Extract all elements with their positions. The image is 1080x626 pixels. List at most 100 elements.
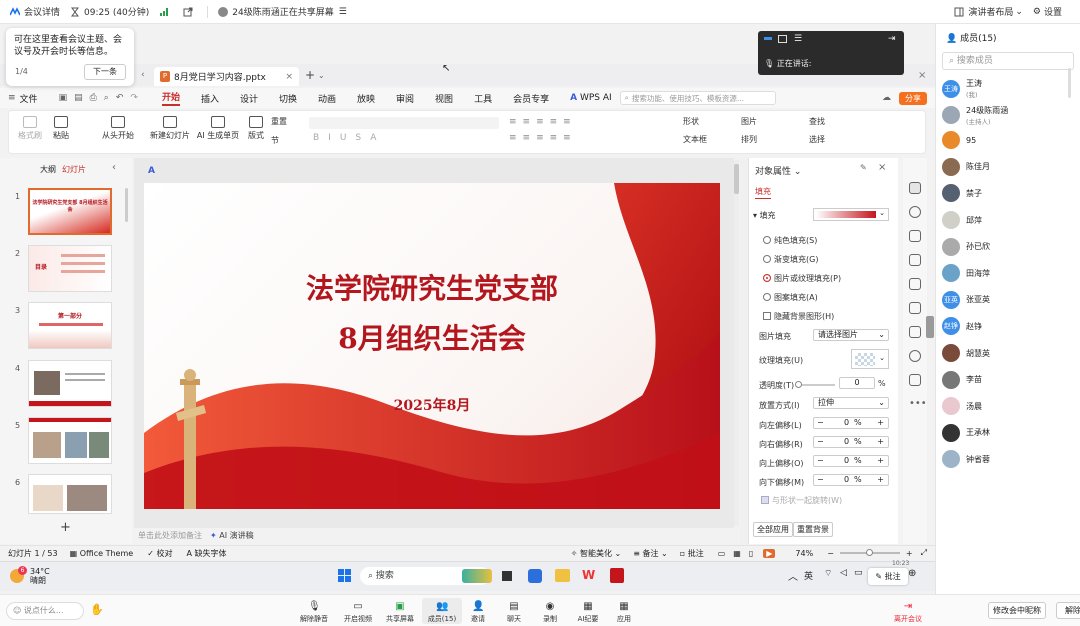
member-row[interactable]: 95	[942, 131, 976, 150]
copy-icon[interactable]	[909, 230, 921, 242]
document-tab[interactable]: P 8月党日学习内容.pptx ×	[154, 67, 299, 86]
comment-button[interactable]: ▫ 批注	[680, 548, 704, 559]
plus-icon[interactable]: +	[877, 475, 884, 485]
placement-select[interactable]: 拉伸 ⌄	[813, 397, 889, 409]
start-video-button[interactable]: ▭ 开启视频	[338, 601, 378, 624]
minus-icon[interactable]: −	[817, 437, 824, 446]
meeting-app-icon[interactable]	[528, 569, 542, 583]
slider-handle[interactable]	[865, 549, 873, 556]
minus-icon[interactable]: −	[817, 475, 824, 484]
members-button[interactable]: 👥 成员(15)	[422, 598, 462, 624]
chevron-down-icon[interactable]: ⌄	[318, 71, 325, 80]
volume-icon[interactable]: ◁	[840, 568, 847, 578]
ppt-app-icon[interactable]	[610, 568, 624, 583]
fill-section-label[interactable]: ▾ 填充	[753, 210, 776, 221]
wps-app-icon[interactable]: W	[582, 568, 596, 583]
print-icon[interactable]: ⎙	[90, 93, 97, 103]
find-button[interactable]: 查找	[809, 116, 849, 127]
notes-input[interactable]: 单击此处添加备注	[138, 530, 202, 541]
shape-button[interactable]: 形状	[683, 116, 729, 127]
pin-icon[interactable]	[909, 278, 921, 290]
plus-icon[interactable]: +	[877, 456, 884, 466]
option-pattern-fill[interactable]: 图案填充(A)	[763, 292, 818, 303]
share-status[interactable]: 24级陈雨涵正在共享屏幕 ☰	[218, 5, 347, 18]
ai-slide-button[interactable]: AI 生成单页	[195, 116, 241, 141]
paragraph-buttons[interactable]: ≡≡≡≡≡	[509, 117, 577, 127]
ime-indicator[interactable]: 英	[804, 569, 813, 582]
beautify-button[interactable]: ✧ 智能美化 ⌄	[571, 548, 622, 559]
hamburger-icon[interactable]: ≡	[8, 93, 16, 103]
member-row[interactable]: 孙已欣	[942, 237, 990, 256]
member-scrollbar[interactable]	[1068, 68, 1071, 98]
save-icon[interactable]: ▣	[59, 93, 68, 103]
member-row[interactable]: 陈佳月	[942, 157, 990, 176]
slide-thumbnail-3[interactable]: 第一部分	[28, 302, 112, 349]
ai-speech-button[interactable]: ✦ AI 演讲稿	[210, 530, 254, 541]
plus-icon[interactable]: +	[877, 437, 884, 447]
share-screen-button[interactable]: ▣ 共享屏幕	[380, 601, 420, 624]
tip-next-button[interactable]: 下一条	[84, 64, 126, 80]
normal-view-icon[interactable]: ▭	[718, 549, 726, 558]
collapse-icon[interactable]: ⇥	[888, 34, 896, 44]
menu-animation[interactable]: 动画	[318, 92, 336, 105]
apps-button[interactable]: ▦ 应用	[604, 601, 644, 624]
properties-tool-icon[interactable]	[909, 182, 921, 194]
zoom-in-icon[interactable]: +	[906, 549, 913, 558]
meeting-details[interactable]: 会议详情	[10, 5, 60, 18]
member-row[interactable]: 钟省蓉	[942, 450, 990, 469]
popout-button[interactable]	[183, 7, 197, 17]
current-slide[interactable]: 法学院研究生党支部 8月组织生活会 2025年8月	[144, 183, 720, 509]
tab-fill[interactable]: 填充	[755, 186, 771, 199]
shape-tool-icon[interactable]	[909, 302, 921, 314]
member-row[interactable]: 赵铮 赵铮	[942, 317, 982, 336]
settings-button[interactable]: ⚙ 设置	[1033, 5, 1062, 19]
panel-header[interactable]: 对象属性 ⌄	[755, 164, 801, 177]
close-icon[interactable]: ×	[878, 162, 886, 173]
paste-button[interactable]: 粘贴	[47, 116, 75, 141]
slide-thumbnail-2[interactable]: 目录	[28, 245, 112, 292]
invite-button[interactable]: 👤 邀请	[458, 601, 498, 624]
member-row[interactable]: 邱萍	[942, 211, 982, 229]
menu-file[interactable]: 文件	[20, 92, 38, 105]
open-icon[interactable]: ▤	[74, 93, 83, 103]
menu-transition[interactable]: 切换	[279, 92, 297, 105]
cloud-icon[interactable]: ☁	[882, 93, 891, 103]
offset-up-input[interactable]: − 0% +	[813, 455, 889, 467]
option-gradient-fill[interactable]: 渐变填充(G)	[763, 254, 818, 265]
panel-splitter[interactable]	[740, 160, 748, 546]
font-style-buttons[interactable]: BIUSA	[313, 133, 385, 143]
picture-fill-select[interactable]: 请选择图片 ⌄	[813, 329, 889, 341]
star-icon[interactable]	[909, 206, 921, 218]
wps-ai-icon[interactable]: A	[148, 166, 160, 178]
offset-down-input[interactable]: − 0% +	[813, 474, 889, 486]
member-row[interactable]: 田海萍	[942, 264, 990, 283]
reset-button[interactable]: 重置	[271, 116, 301, 127]
leave-meeting-button[interactable]: ⇥ 离开会议	[888, 601, 928, 624]
arrange-button[interactable]: 排列	[741, 134, 781, 145]
menu-home[interactable]: 开始	[161, 90, 180, 106]
minimize-icon[interactable]	[764, 37, 772, 40]
transparency-input[interactable]: 0	[839, 377, 875, 389]
pin-icon[interactable]: ✎	[860, 163, 867, 172]
slide-thumbnail-5[interactable]	[28, 417, 112, 464]
presenter-layout-button[interactable]: 演讲者布局 ⌄	[954, 5, 1023, 18]
format-painter-button[interactable]: 格式刷	[15, 116, 45, 141]
font-family-select[interactable]	[309, 117, 499, 129]
proofread-button[interactable]: ✓ 校对	[147, 548, 172, 559]
sorter-view-icon[interactable]: ▦	[733, 549, 741, 558]
member-row[interactable]: 禁子	[942, 184, 982, 203]
slide-scrollbar[interactable]	[734, 160, 739, 526]
chat-input[interactable]: ☺ 说点什么...	[6, 602, 84, 620]
menu-wps-ai[interactable]: A WPS AI	[570, 93, 612, 103]
reset-background-button[interactable]: 重置背景	[793, 522, 833, 537]
tools-icon[interactable]	[909, 254, 921, 266]
tab-slides[interactable]: 幻灯片	[62, 164, 86, 175]
menu-slideshow[interactable]: 放映	[357, 92, 375, 105]
windows-start-icon[interactable]	[338, 569, 352, 583]
preview-icon[interactable]: ⌕	[104, 93, 109, 103]
close-icon[interactable]: ×	[285, 72, 293, 82]
menu-design[interactable]: 设计	[240, 92, 258, 105]
add-slide-button[interactable]: +	[60, 520, 71, 535]
zoom-out-icon[interactable]: −	[827, 549, 834, 558]
member-row[interactable]: 汤晨	[942, 397, 982, 416]
